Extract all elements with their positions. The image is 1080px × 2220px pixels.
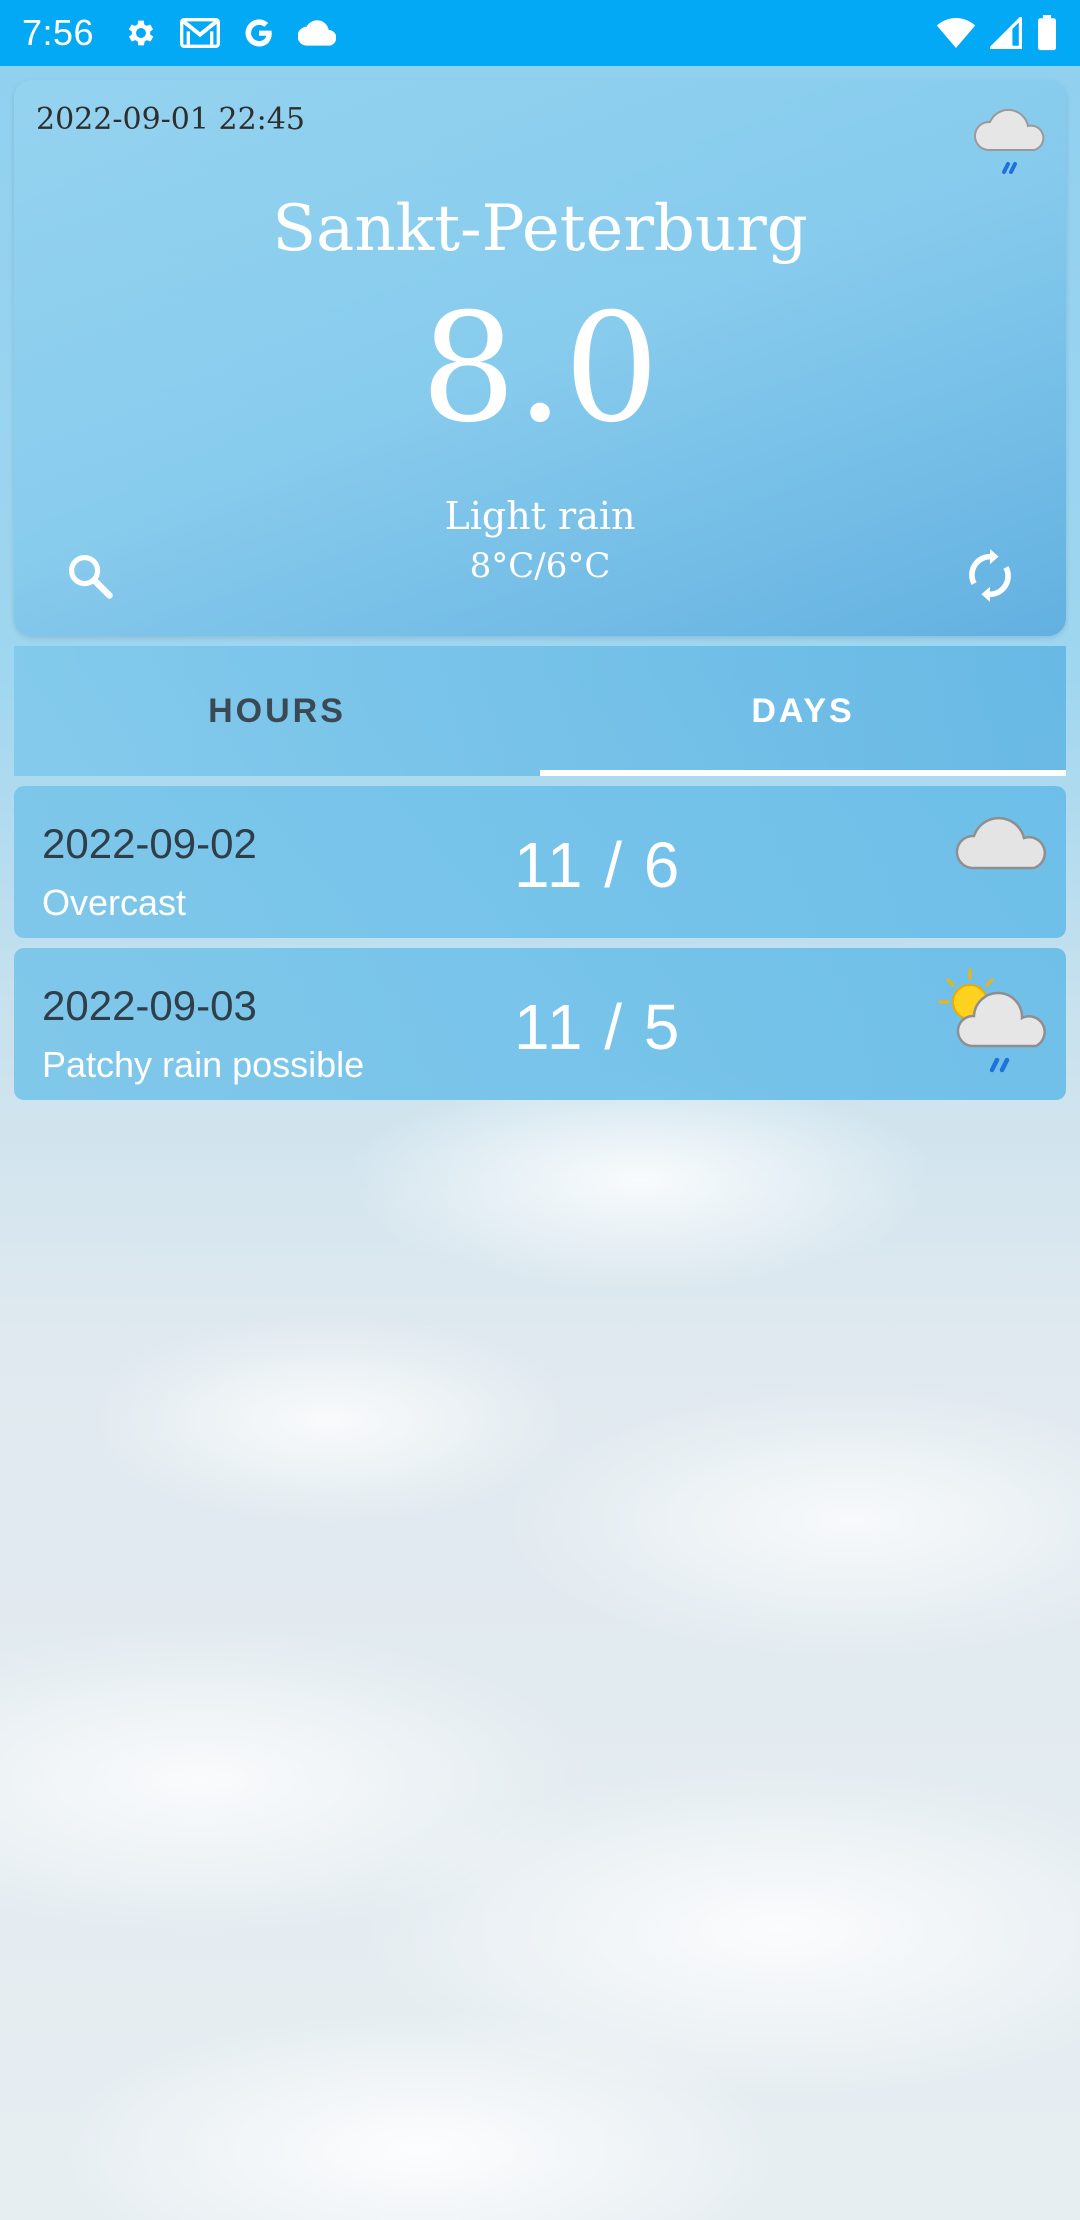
current-max-min: 8°C/6°C — [469, 546, 611, 586]
refresh-button[interactable] — [960, 548, 1020, 608]
forecast-temps: 11 / 6 — [514, 829, 682, 901]
wifi-icon — [936, 16, 976, 50]
sync-icon — [964, 548, 1016, 609]
current-condition: Light rain — [444, 494, 636, 538]
status-time: 7:56 — [22, 12, 95, 53]
search-button[interactable] — [60, 548, 120, 608]
tab-hours[interactable]: HOURS — [14, 646, 540, 776]
list-item[interactable]: 2022-09-02 Overcast 11 / 6 — [14, 786, 1066, 938]
patchy-rain-icon — [932, 966, 1052, 1089]
signal-icon — [990, 17, 1022, 49]
list-item[interactable]: 2022-09-03 Patchy rain possible 11 / 5 — [14, 948, 1066, 1100]
light-rain-icon — [970, 106, 1050, 187]
overcast-icon — [948, 804, 1052, 893]
gmail-icon — [180, 17, 221, 49]
current-temperature: 8.0 — [420, 282, 660, 456]
forecast-condition: Overcast — [42, 882, 187, 923]
current-datetime: 2022-09-01 22:45 — [36, 102, 305, 137]
battery-icon — [1036, 15, 1058, 51]
forecast-temps: 11 / 5 — [514, 991, 682, 1063]
settings-icon — [124, 16, 158, 50]
forecast-condition: Patchy rain possible — [42, 1044, 365, 1085]
forecast-date: 2022-09-03 — [42, 982, 257, 1029]
search-icon — [64, 550, 116, 607]
status-bar: 7:56 — [0, 0, 1080, 66]
google-icon — [242, 16, 276, 50]
tab-days[interactable]: DAYS — [540, 646, 1066, 776]
forecast-date: 2022-09-02 — [42, 820, 257, 867]
current-weather-card: 2022-09-01 22:45 Sankt-Peterburg 8.0 Lig… — [14, 80, 1066, 636]
cloud-icon — [298, 19, 337, 47]
tab-bar: HOURS DAYS — [14, 646, 1066, 776]
city-name: Sankt-Peterburg — [272, 192, 808, 266]
